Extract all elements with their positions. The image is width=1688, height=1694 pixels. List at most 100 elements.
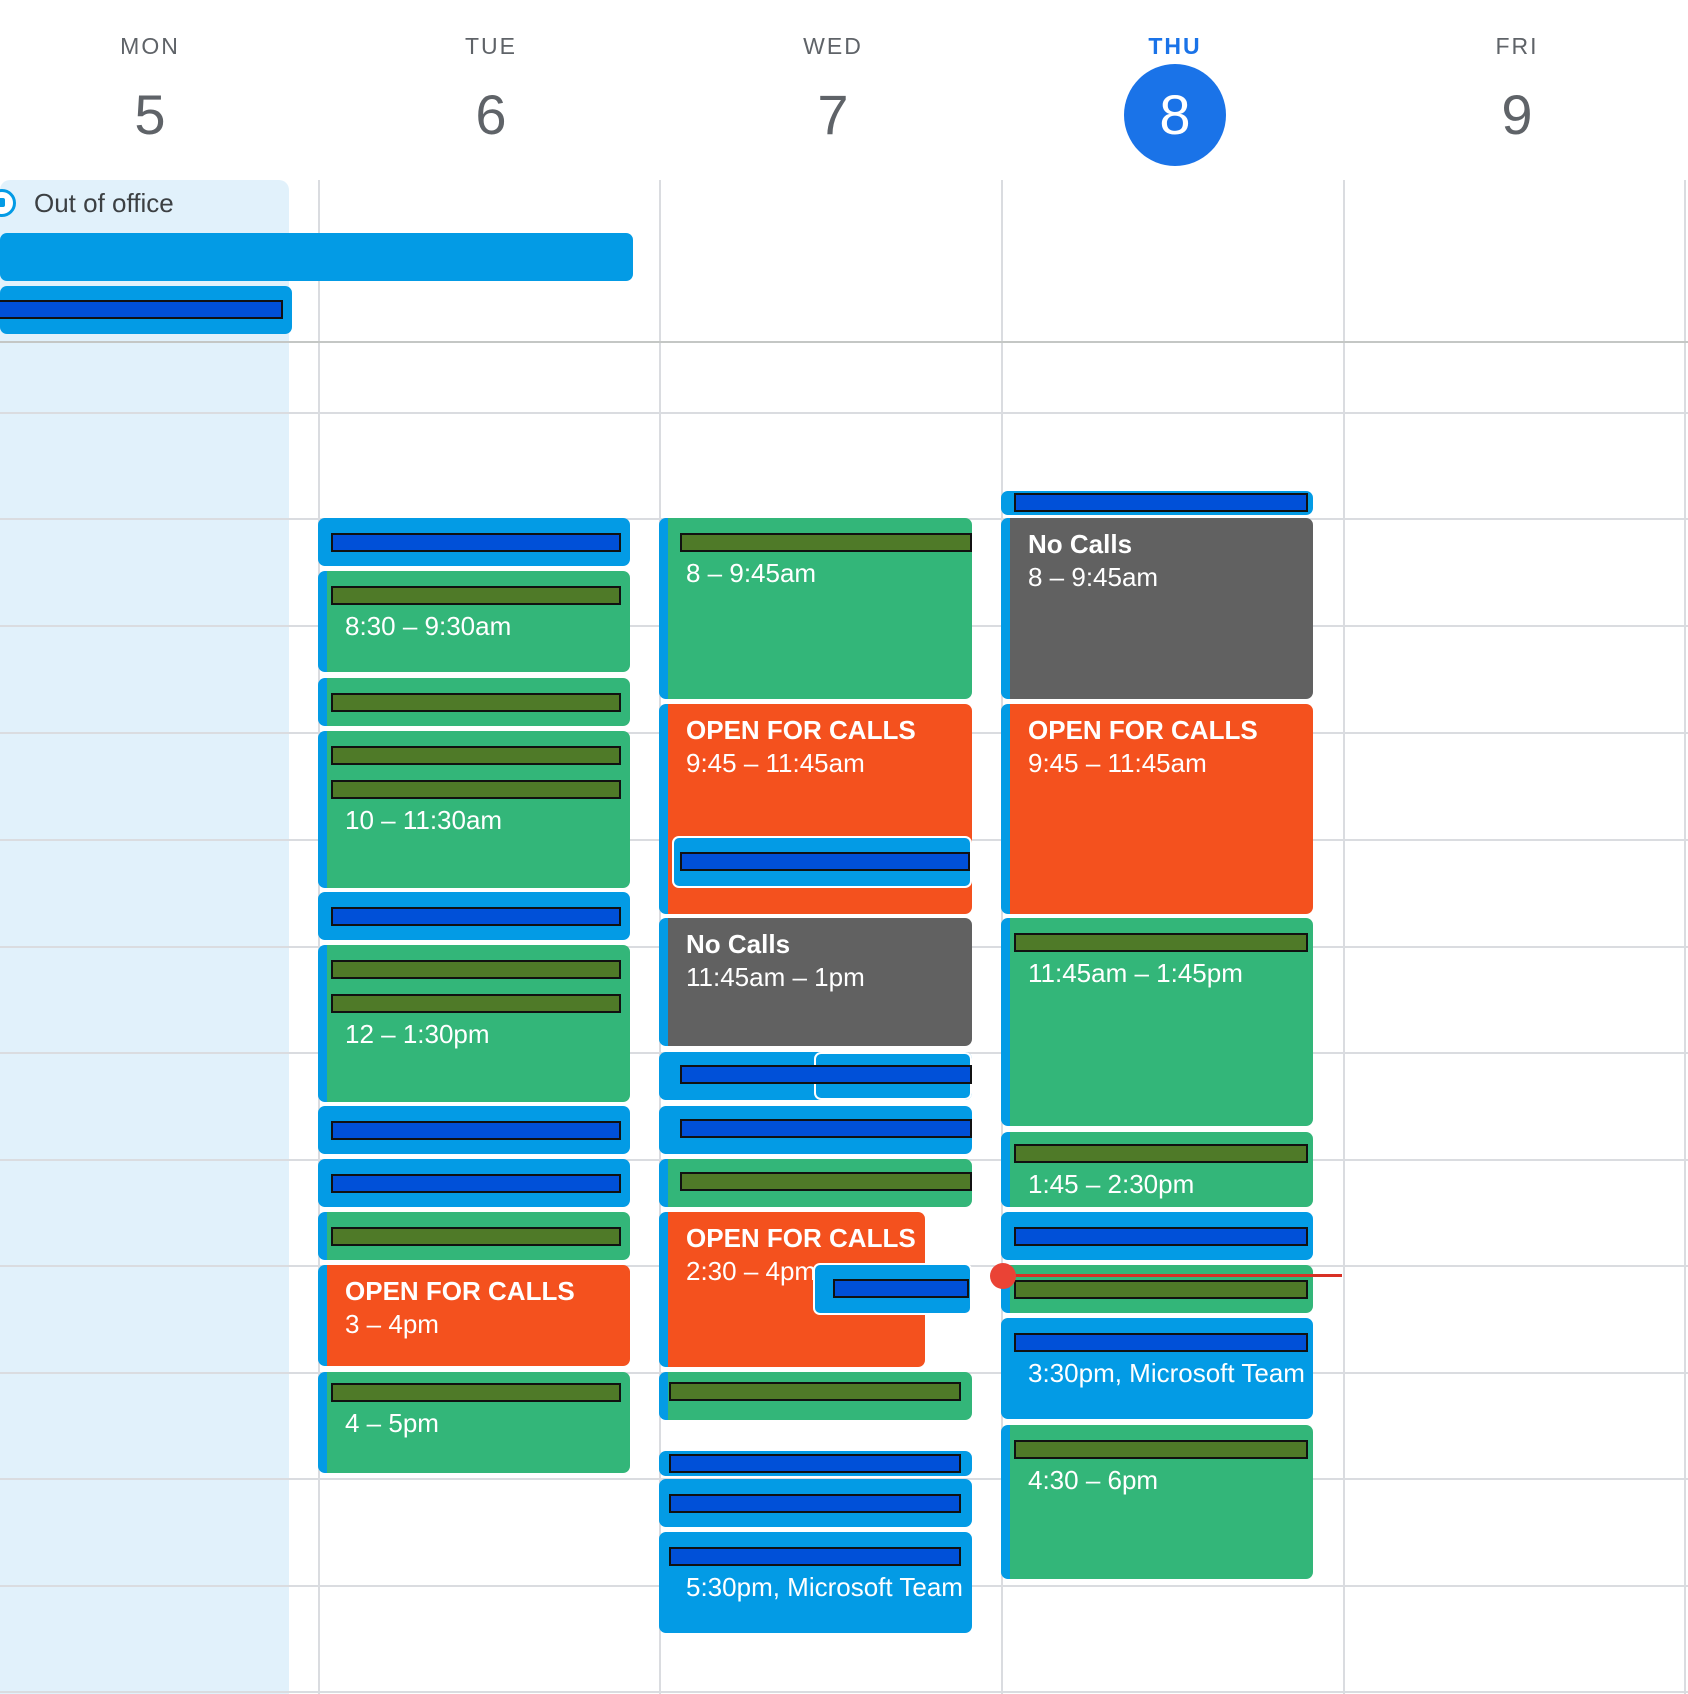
event-time: 11:45am – 1pm (686, 962, 865, 992)
event-title: OPEN FOR CALLS (1028, 715, 1258, 745)
event-open-for-calls[interactable]: OPEN FOR CALLS 3 – 4pm (318, 1265, 630, 1366)
event-block[interactable]: 11:45am – 1:45pm (1001, 918, 1313, 1126)
event-time: 12 – 1:30pm (345, 1019, 490, 1049)
redacted-text (669, 1547, 961, 1566)
redacted-text (680, 1119, 972, 1138)
event-block[interactable]: 1:45 – 2:30pm (1001, 1132, 1313, 1207)
redacted-text (331, 586, 621, 605)
redacted-text (331, 1121, 621, 1140)
event-block[interactable] (659, 1159, 972, 1207)
event-open-for-calls[interactable]: OPEN FOR CALLS 9:45 – 11:45am (1001, 704, 1313, 914)
redacted-text (331, 1174, 621, 1193)
all-day-event[interactable] (0, 286, 292, 334)
event-block[interactable]: 10 – 11:30am (318, 731, 630, 888)
event-no-calls[interactable]: No Calls 8 – 9:45am (1001, 518, 1313, 699)
event-title: OPEN FOR CALLS (686, 715, 916, 745)
redacted-text (669, 1494, 961, 1513)
event-title: OPEN FOR CALLS (345, 1276, 575, 1306)
event-block[interactable] (659, 1451, 972, 1476)
event-block[interactable]: 4 – 5pm (318, 1372, 630, 1473)
event-block[interactable] (1001, 1212, 1313, 1260)
event-block[interactable]: 3:30pm, Microsoft Team (1001, 1318, 1313, 1419)
event-block[interactable] (1001, 1265, 1313, 1313)
event-block[interactable]: 8:30 – 9:30am (318, 571, 630, 672)
day-number[interactable]: 9 (1466, 64, 1568, 166)
event-block[interactable] (813, 1263, 972, 1315)
event-time: 1:45 – 2:30pm (1028, 1169, 1195, 1199)
event-time: 8 – 9:45am (686, 558, 817, 588)
event-time: 3 – 4pm (345, 1309, 439, 1339)
day-header-thu[interactable]: THU 8 (1025, 0, 1325, 175)
event-block[interactable]: 12 – 1:30pm (318, 945, 630, 1102)
day-number[interactable]: 5 (99, 64, 201, 166)
hour-line (0, 412, 1688, 414)
event-block[interactable] (318, 1106, 630, 1154)
day-number[interactable]: 6 (440, 64, 542, 166)
current-time-line (1002, 1274, 1342, 1277)
event-title: OPEN FOR CALLS (686, 1223, 916, 1253)
event-block[interactable] (659, 1106, 972, 1154)
all-day-event[interactable] (0, 233, 633, 281)
redacted-text (669, 1454, 961, 1473)
event-time: 8 – 9:45am (1028, 562, 1159, 592)
event-block[interactable] (672, 836, 972, 888)
redacted-text (669, 1382, 961, 1401)
day-header-mon[interactable]: MON 5 (0, 0, 300, 175)
event-time: 3:30pm, Microsoft Team (1028, 1358, 1305, 1388)
day-of-week: TUE (465, 33, 517, 59)
redacted-text (0, 300, 283, 319)
event-title: No Calls (686, 929, 791, 959)
redacted-text (331, 907, 621, 926)
event-block[interactable]: 5:30pm, Microsoft Team (659, 1532, 972, 1633)
redacted-text (833, 1279, 969, 1298)
column-divider (1684, 180, 1686, 1694)
out-of-office-background (0, 180, 289, 1694)
day-header-tue[interactable]: TUE 6 (341, 0, 641, 175)
event-time: 4:30 – 6pm (1028, 1465, 1159, 1495)
redacted-text (680, 1065, 972, 1084)
redacted-text (680, 852, 970, 871)
redacted-text (331, 1227, 621, 1246)
redacted-text (331, 693, 621, 712)
redacted-text (1014, 933, 1308, 952)
redacted-text (1014, 1440, 1308, 1459)
column-divider (1343, 180, 1345, 1694)
event-no-calls[interactable]: No Calls 11:45am – 1pm (659, 918, 972, 1046)
event-block[interactable]: 4:30 – 6pm (1001, 1425, 1313, 1579)
event-block[interactable] (318, 1212, 630, 1260)
redacted-text (331, 746, 621, 765)
event-block[interactable] (318, 678, 630, 726)
event-time: 4 – 5pm (345, 1408, 439, 1438)
event-time: 9:45 – 11:45am (1028, 748, 1207, 778)
all-day-divider (0, 341, 1688, 343)
day-number[interactable]: 7 (782, 64, 884, 166)
day-number-today[interactable]: 8 (1124, 64, 1226, 166)
redacted-text (1014, 1227, 1308, 1246)
day-header-wed[interactable]: WED 7 (683, 0, 983, 175)
out-of-office-label[interactable]: Out of office (34, 188, 174, 219)
event-block[interactable] (318, 1159, 630, 1207)
event-block[interactable] (659, 1479, 972, 1527)
event-block[interactable] (318, 518, 630, 566)
redacted-text (1014, 1280, 1308, 1299)
redacted-text (331, 1383, 621, 1402)
event-time: 8:30 – 9:30am (345, 611, 512, 641)
redacted-text (331, 780, 621, 799)
event-block[interactable]: 8 – 9:45am (659, 518, 972, 699)
event-time: 10 – 11:30am (345, 805, 503, 835)
event-block[interactable] (318, 892, 630, 940)
redacted-text (1014, 1333, 1308, 1352)
event-block[interactable] (659, 1372, 972, 1420)
event-time: 11:45am – 1:45pm (1028, 958, 1243, 988)
day-header-fri[interactable]: FRI 9 (1367, 0, 1667, 175)
event-block[interactable] (1001, 491, 1313, 515)
redacted-text (1014, 1144, 1308, 1163)
event-time: 5:30pm, Microsoft Team (686, 1572, 963, 1602)
redacted-text (1014, 493, 1308, 512)
redacted-text (331, 960, 621, 979)
hour-line (0, 1691, 1688, 1693)
redacted-text (680, 533, 972, 552)
event-time: 9:45 – 11:45am (686, 748, 865, 778)
redacted-text (331, 533, 621, 552)
redacted-text (331, 994, 621, 1013)
